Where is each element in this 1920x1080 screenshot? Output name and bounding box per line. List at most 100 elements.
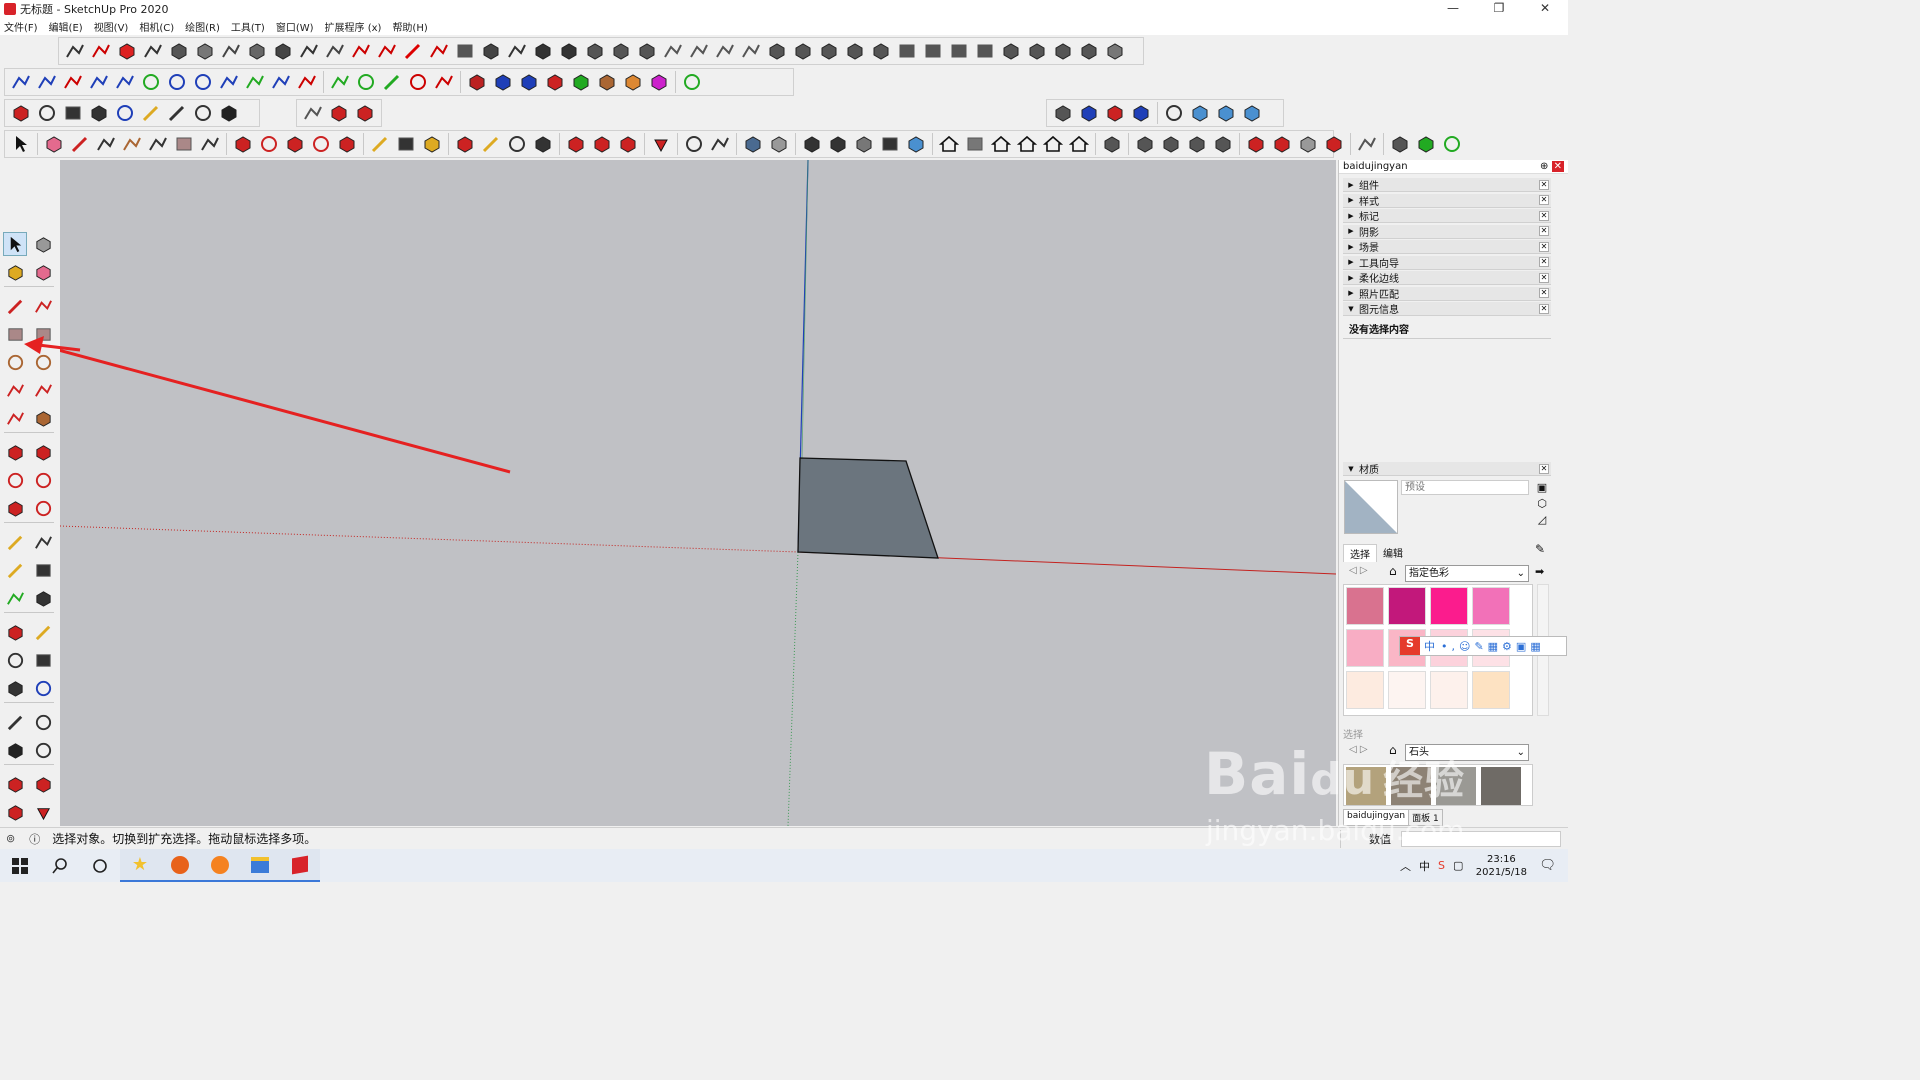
knife-icon[interactable]	[557, 39, 581, 63]
dropdown-icon[interactable]	[708, 132, 732, 156]
paint-bucket-icon[interactable]	[3, 260, 27, 284]
bezier-icon[interactable]	[297, 39, 321, 63]
nav-back-forward-icon-2[interactable]: ◁ ▷	[1349, 744, 1368, 755]
fillet-icon[interactable]	[349, 39, 373, 63]
scale-icon[interactable]	[1051, 39, 1075, 63]
layers-icon[interactable]	[1051, 101, 1075, 125]
arc-tool-icon[interactable]	[9, 70, 33, 94]
section-icon-3[interactable]	[1159, 132, 1183, 156]
warehouse2-icon[interactable]	[1244, 132, 1268, 156]
wall-icon[interactable]	[947, 39, 971, 63]
value-input[interactable]	[1401, 831, 1561, 847]
mesh-icon[interactable]	[1025, 39, 1049, 63]
rotate-icon[interactable]	[309, 132, 333, 156]
taskbar-sketchup-icon[interactable]	[280, 849, 320, 882]
material-swatch[interactable]	[1472, 587, 1510, 625]
material-library-select[interactable]: 指定色彩 ⌄	[1405, 565, 1529, 582]
tray-section-0[interactable]: ▶ 组件 ✕	[1343, 178, 1551, 192]
push-icon[interactable]	[791, 39, 815, 63]
tree-icon[interactable]	[680, 70, 704, 94]
windows-start-icon[interactable]	[0, 849, 40, 882]
push-all-icon[interactable]	[465, 70, 489, 94]
freehand-icon[interactable]	[31, 294, 55, 318]
arc-icon[interactable]	[3, 378, 27, 402]
task-view-icon[interactable]	[80, 849, 120, 882]
close-icon[interactable]: ✕	[1539, 463, 1549, 474]
clock[interactable]: 23:16 2021/5/18	[1469, 853, 1533, 879]
weld-icon[interactable]	[765, 39, 789, 63]
protractor-icon[interactable]	[3, 558, 27, 582]
material-swatch[interactable]	[1346, 629, 1384, 667]
menu-file[interactable]: 文件(F)	[4, 19, 38, 34]
close-icon[interactable]: ✕	[1539, 303, 1549, 314]
close-icon[interactable]: ✕	[1539, 195, 1549, 205]
section-plane-icon[interactable]	[1100, 132, 1124, 156]
lattice-icon[interactable]	[505, 39, 529, 63]
drape-icon[interactable]	[167, 39, 191, 63]
back-edges-icon[interactable]	[767, 132, 791, 156]
drawn-face[interactable]	[797, 457, 939, 559]
split-icon[interactable]	[713, 39, 737, 63]
arc2-icon[interactable]	[139, 70, 163, 94]
orbit-icon[interactable]	[9, 101, 33, 125]
menu-window[interactable]: 窗口(W)	[276, 19, 314, 34]
orbit-icon[interactable]	[453, 132, 477, 156]
shield-icon[interactable]	[1388, 132, 1412, 156]
zoom-extents-icon[interactable]	[531, 132, 555, 156]
arc-tool-icon[interactable]	[120, 132, 144, 156]
bezier-tool-icon[interactable]	[35, 70, 59, 94]
extrude-icon[interactable]	[245, 39, 269, 63]
comb-icon[interactable]	[921, 39, 945, 63]
material-library-select-2[interactable]: 石头 ⌄	[1405, 744, 1529, 761]
material-name-input[interactable]	[1401, 480, 1529, 495]
xray-icon[interactable]	[741, 132, 765, 156]
shaded-icon[interactable]	[852, 132, 876, 156]
union-icon[interactable]	[353, 101, 377, 125]
zoom-icon[interactable]	[3, 648, 27, 672]
tray-section-6[interactable]: ▶ 柔化边线 ✕	[1343, 271, 1551, 285]
curve2-icon[interactable]	[243, 70, 267, 94]
iso-icon[interactable]	[937, 132, 961, 156]
material-swatch[interactable]	[1430, 587, 1468, 625]
polygon-icon[interactable]	[354, 70, 378, 94]
path-icon[interactable]	[269, 70, 293, 94]
menu-draw[interactable]: 绘图(R)	[185, 19, 220, 34]
material-swatch[interactable]	[1346, 587, 1384, 625]
line-tool-icon[interactable]	[68, 132, 92, 156]
layers4-icon[interactable]	[1129, 101, 1153, 125]
shape-icon[interactable]	[583, 39, 607, 63]
tray-section-2[interactable]: ▶ 标记 ✕	[1343, 209, 1551, 223]
follow-me-icon[interactable]	[257, 132, 281, 156]
push-pull-icon[interactable]	[231, 132, 255, 156]
wrench-icon[interactable]	[380, 70, 404, 94]
menu-tools[interactable]: 工具(T)	[231, 19, 265, 34]
send-layout-icon[interactable]	[3, 800, 27, 824]
sogou-tray-icon[interactable]: S	[1438, 859, 1445, 872]
taskbar-app-icon[interactable]	[240, 849, 280, 882]
position-camera-icon[interactable]	[3, 710, 27, 734]
warehouse-icon[interactable]	[3, 772, 27, 796]
close-icon[interactable]: ✕	[1539, 179, 1549, 190]
section-icon-5[interactable]	[1211, 132, 1235, 156]
warehouse-icon[interactable]	[564, 132, 588, 156]
section-icon-4[interactable]	[1185, 132, 1209, 156]
iso-view-icon[interactable]	[1188, 101, 1212, 125]
ime-tools-icon[interactable]: •,☺✎▦⚙▣▦	[1441, 640, 1545, 653]
tray-section-materials[interactable]: ▼ 材质 ✕	[1343, 462, 1551, 476]
stone-material-swatch[interactable]	[1481, 767, 1521, 805]
frame-icon[interactable]	[869, 39, 893, 63]
tape-measure-icon[interactable]	[368, 132, 392, 156]
wireframe-icon[interactable]	[800, 132, 824, 156]
tray-section-4[interactable]: ▶ 场景 ✕	[1343, 240, 1551, 254]
look-around-icon[interactable]	[191, 101, 215, 125]
freehand-icon[interactable]	[113, 70, 137, 94]
follow-me-icon[interactable]	[31, 468, 55, 492]
scale-icon[interactable]	[335, 132, 359, 156]
details-arrow-icon[interactable]: ➡	[1535, 565, 1544, 578]
outer-shell-icon[interactable]	[301, 101, 325, 125]
axes-icon[interactable]	[3, 586, 27, 610]
push-n-icon[interactable]	[595, 70, 619, 94]
taskbar-browser-icon[interactable]	[200, 849, 240, 882]
drawing-viewport[interactable]	[60, 160, 1336, 826]
slab-icon[interactable]	[895, 39, 919, 63]
